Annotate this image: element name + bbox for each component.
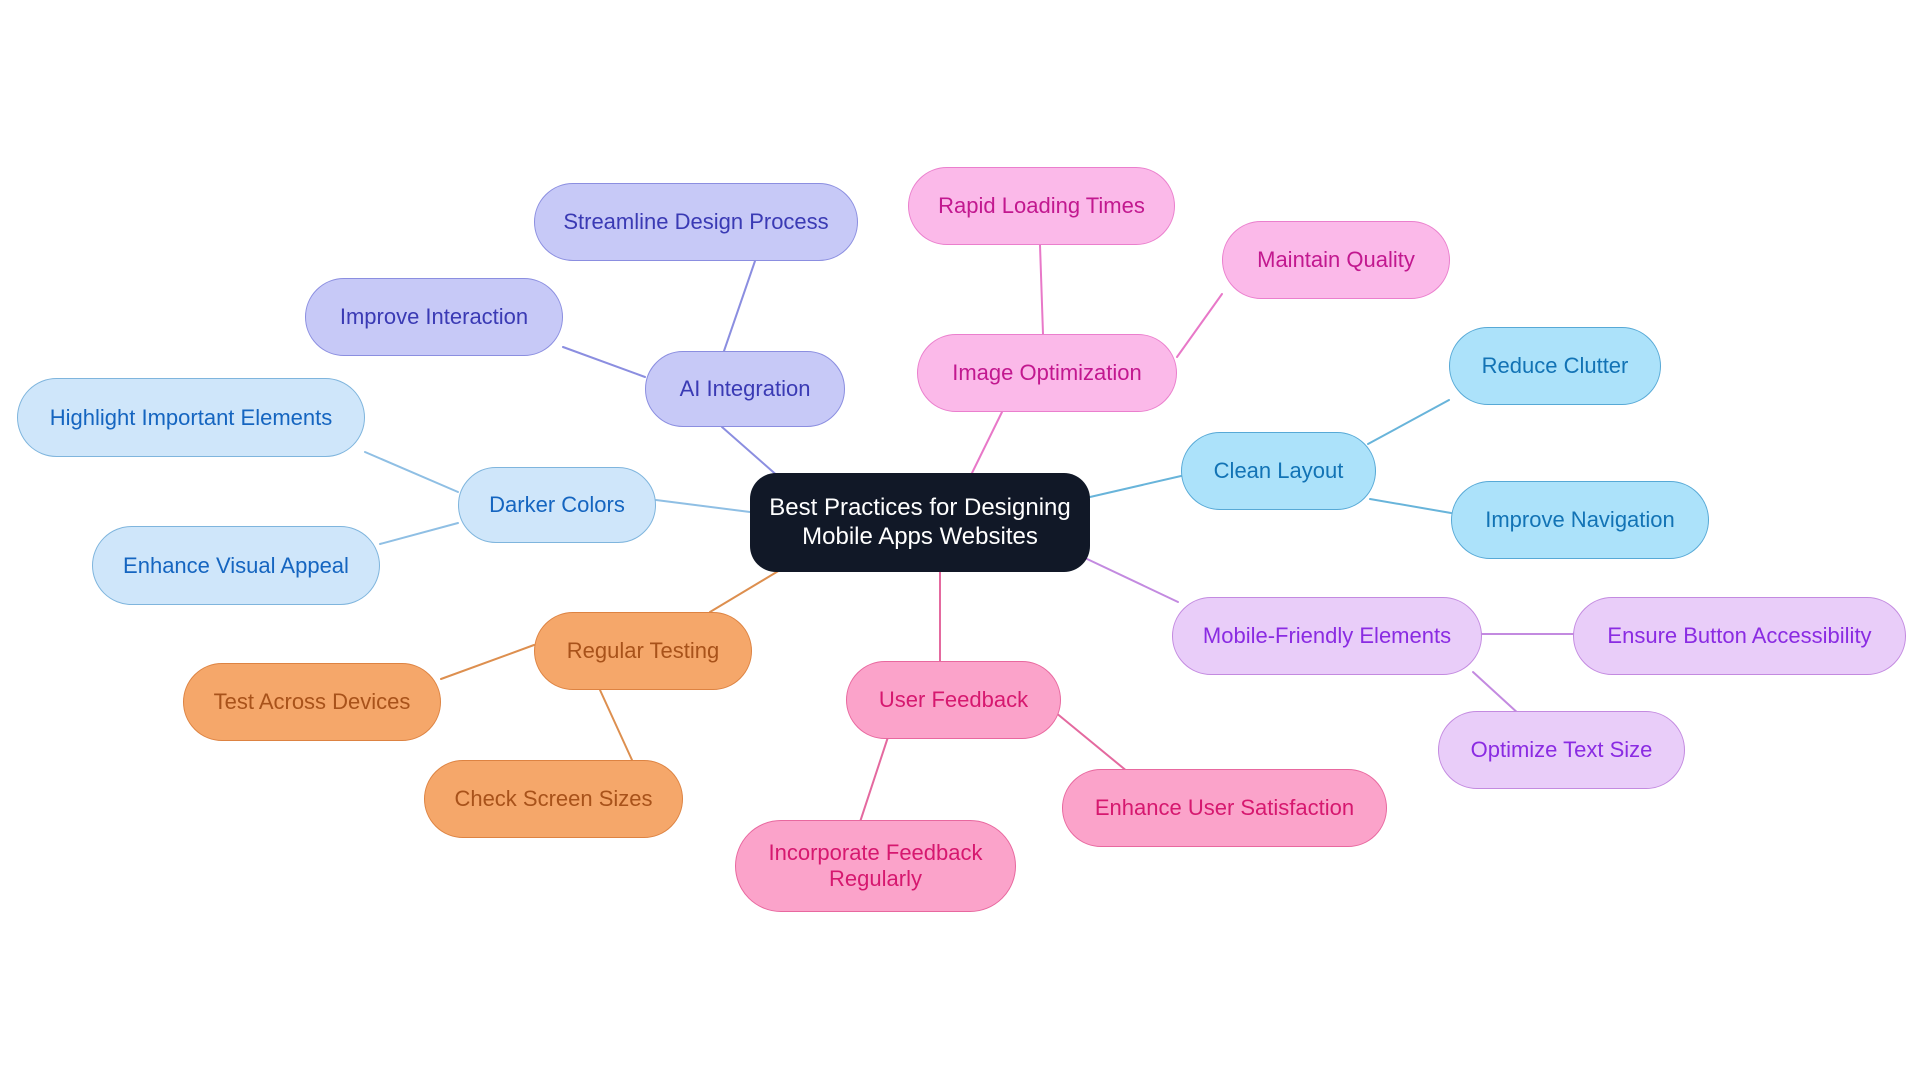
node-label: Rapid Loading Times — [938, 193, 1145, 219]
mindmap-canvas: Best Practices for Designing Mobile Apps… — [0, 0, 1920, 1083]
image-opt-to-maintain-quality — [1176, 293, 1223, 358]
node-darker-colors[interactable]: Darker Colors — [458, 467, 656, 543]
root-to-regular-testing — [709, 569, 781, 613]
node-rapid-loading-times[interactable]: Rapid Loading Times — [908, 167, 1175, 245]
node-highlight-important-elements[interactable]: Highlight Important Elements — [17, 378, 365, 457]
node-label: Enhance User Satisfaction — [1094, 795, 1355, 821]
node-label: Clean Layout — [1213, 458, 1344, 484]
node-enhance-visual-appeal[interactable]: Enhance Visual Appeal — [92, 526, 380, 605]
node-label: Image Optimization — [952, 360, 1142, 386]
node-label: User Feedback — [878, 687, 1029, 713]
node-incorporate-feedback-regularly[interactable]: Incorporate Feedback Regularly — [735, 820, 1016, 912]
node-label: Regular Testing — [566, 638, 720, 664]
node-improve-navigation[interactable]: Improve Navigation — [1451, 481, 1709, 559]
node-label: Check Screen Sizes — [454, 786, 653, 812]
node-label: Improve Navigation — [1485, 507, 1675, 533]
node-optimize-text-size[interactable]: Optimize Text Size — [1438, 711, 1685, 789]
node-test-across-devices[interactable]: Test Across Devices — [183, 663, 441, 741]
node-user-feedback[interactable]: User Feedback — [846, 661, 1061, 739]
node-label: Test Across Devices — [213, 689, 411, 715]
node-label: Streamline Design Process — [563, 209, 829, 235]
node-root[interactable]: Best Practices for Designing Mobile Apps… — [750, 473, 1090, 572]
node-check-screen-sizes[interactable]: Check Screen Sizes — [424, 760, 683, 838]
node-maintain-quality[interactable]: Maintain Quality — [1222, 221, 1450, 299]
node-mobile-friendly-elements[interactable]: Mobile-Friendly Elements — [1172, 597, 1482, 675]
node-reduce-clutter[interactable]: Reduce Clutter — [1449, 327, 1661, 405]
node-label: Mobile-Friendly Elements — [1202, 623, 1452, 649]
root-to-image-optimization — [971, 411, 1003, 474]
node-label: Highlight Important Elements — [49, 404, 333, 430]
node-label: Incorporate Feedback Regularly — [768, 840, 983, 891]
root-to-mobile-friendly — [1084, 557, 1179, 603]
node-label: Maintain Quality — [1257, 247, 1415, 273]
darker-to-highlight-elements — [364, 451, 459, 493]
node-streamline-design-process[interactable]: Streamline Design Process — [534, 183, 858, 261]
node-ensure-button-accessibility[interactable]: Ensure Button Accessibility — [1573, 597, 1906, 675]
root-to-clean-layout — [1089, 475, 1182, 498]
clean-layout-to-improve-nav — [1369, 498, 1452, 514]
image-opt-to-rapid-loading — [1039, 244, 1044, 335]
node-label: Best Practices for Designing Mobile Apps… — [769, 494, 1071, 550]
root-to-ai-integration — [721, 426, 781, 479]
node-label: Improve Interaction — [339, 304, 529, 330]
node-clean-layout[interactable]: Clean Layout — [1181, 432, 1376, 510]
testing-to-test-across-devices — [440, 644, 535, 680]
node-regular-testing[interactable]: Regular Testing — [534, 612, 752, 690]
root-to-darker-colors — [655, 499, 751, 513]
ai-to-improve-interaction — [562, 346, 646, 378]
darker-to-enhance-visual-appeal — [379, 522, 459, 545]
node-label: Reduce Clutter — [1481, 353, 1629, 379]
node-label: Ensure Button Accessibility — [1607, 623, 1872, 649]
node-label: Darker Colors — [489, 492, 625, 518]
node-ai-integration[interactable]: AI Integration — [645, 351, 845, 427]
mobile-to-optimize-text-size — [1472, 671, 1521, 716]
clean-layout-to-reduce-clutter — [1367, 399, 1450, 445]
node-label: Enhance Visual Appeal — [123, 552, 349, 578]
node-improve-interaction[interactable]: Improve Interaction — [305, 278, 563, 356]
ai-to-streamline-design-process — [723, 260, 756, 352]
node-label: Optimize Text Size — [1470, 737, 1653, 763]
node-image-optimization[interactable]: Image Optimization — [917, 334, 1177, 412]
user-fb-to-enhance-satisfaction — [1054, 711, 1129, 773]
node-label: AI Integration — [679, 376, 811, 402]
node-enhance-user-satisfaction[interactable]: Enhance User Satisfaction — [1062, 769, 1387, 847]
user-fb-to-incorporate-feedback — [859, 736, 889, 823]
testing-to-check-screen-sizes — [599, 689, 633, 761]
